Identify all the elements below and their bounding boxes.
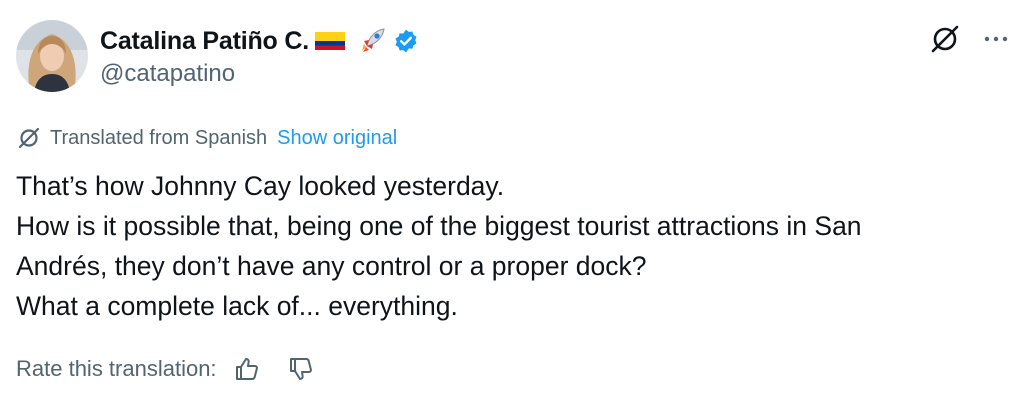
- thumbs-down-icon[interactable]: [287, 355, 315, 383]
- tweet-line: That’s how Johnny Cay looked yesterday.: [16, 171, 505, 201]
- tweet-line: How is it possible that, being one of th…: [16, 211, 862, 241]
- translation-notice: Translated from Spanish Show original: [16, 124, 397, 152]
- thumbs-up-icon[interactable]: [233, 355, 261, 383]
- rocket-icon: [357, 26, 387, 56]
- avatar-image: [16, 20, 88, 92]
- tweet-line: Andrés, they don’t have any control or a…: [16, 251, 647, 281]
- rate-translation-row: Rate this translation:: [16, 354, 315, 384]
- top-actions: [928, 22, 1008, 56]
- rate-translation-label: Rate this translation:: [16, 356, 217, 381]
- translated-from-label: Translated from Spanish: [50, 126, 268, 149]
- show-original-link[interactable]: Show original: [277, 127, 397, 150]
- translate-icon[interactable]: [928, 22, 962, 56]
- author-display-name[interactable]: Catalina Patiño C.: [100, 27, 309, 56]
- more-options-icon[interactable]: [984, 35, 1008, 43]
- tweet-line: What a complete lack of... everything.: [16, 291, 458, 321]
- colombia-flag-icon: [314, 32, 345, 50]
- author-name-row: Catalina Patiño C.: [100, 24, 419, 58]
- verified-badge-icon[interactable]: [393, 28, 419, 54]
- avatar[interactable]: [16, 20, 88, 92]
- translate-small-icon: [16, 125, 42, 151]
- tweet-text: That’s how Johnny Cay looked yesterday. …: [16, 166, 1012, 326]
- author-handle[interactable]: @catapatino: [100, 60, 235, 88]
